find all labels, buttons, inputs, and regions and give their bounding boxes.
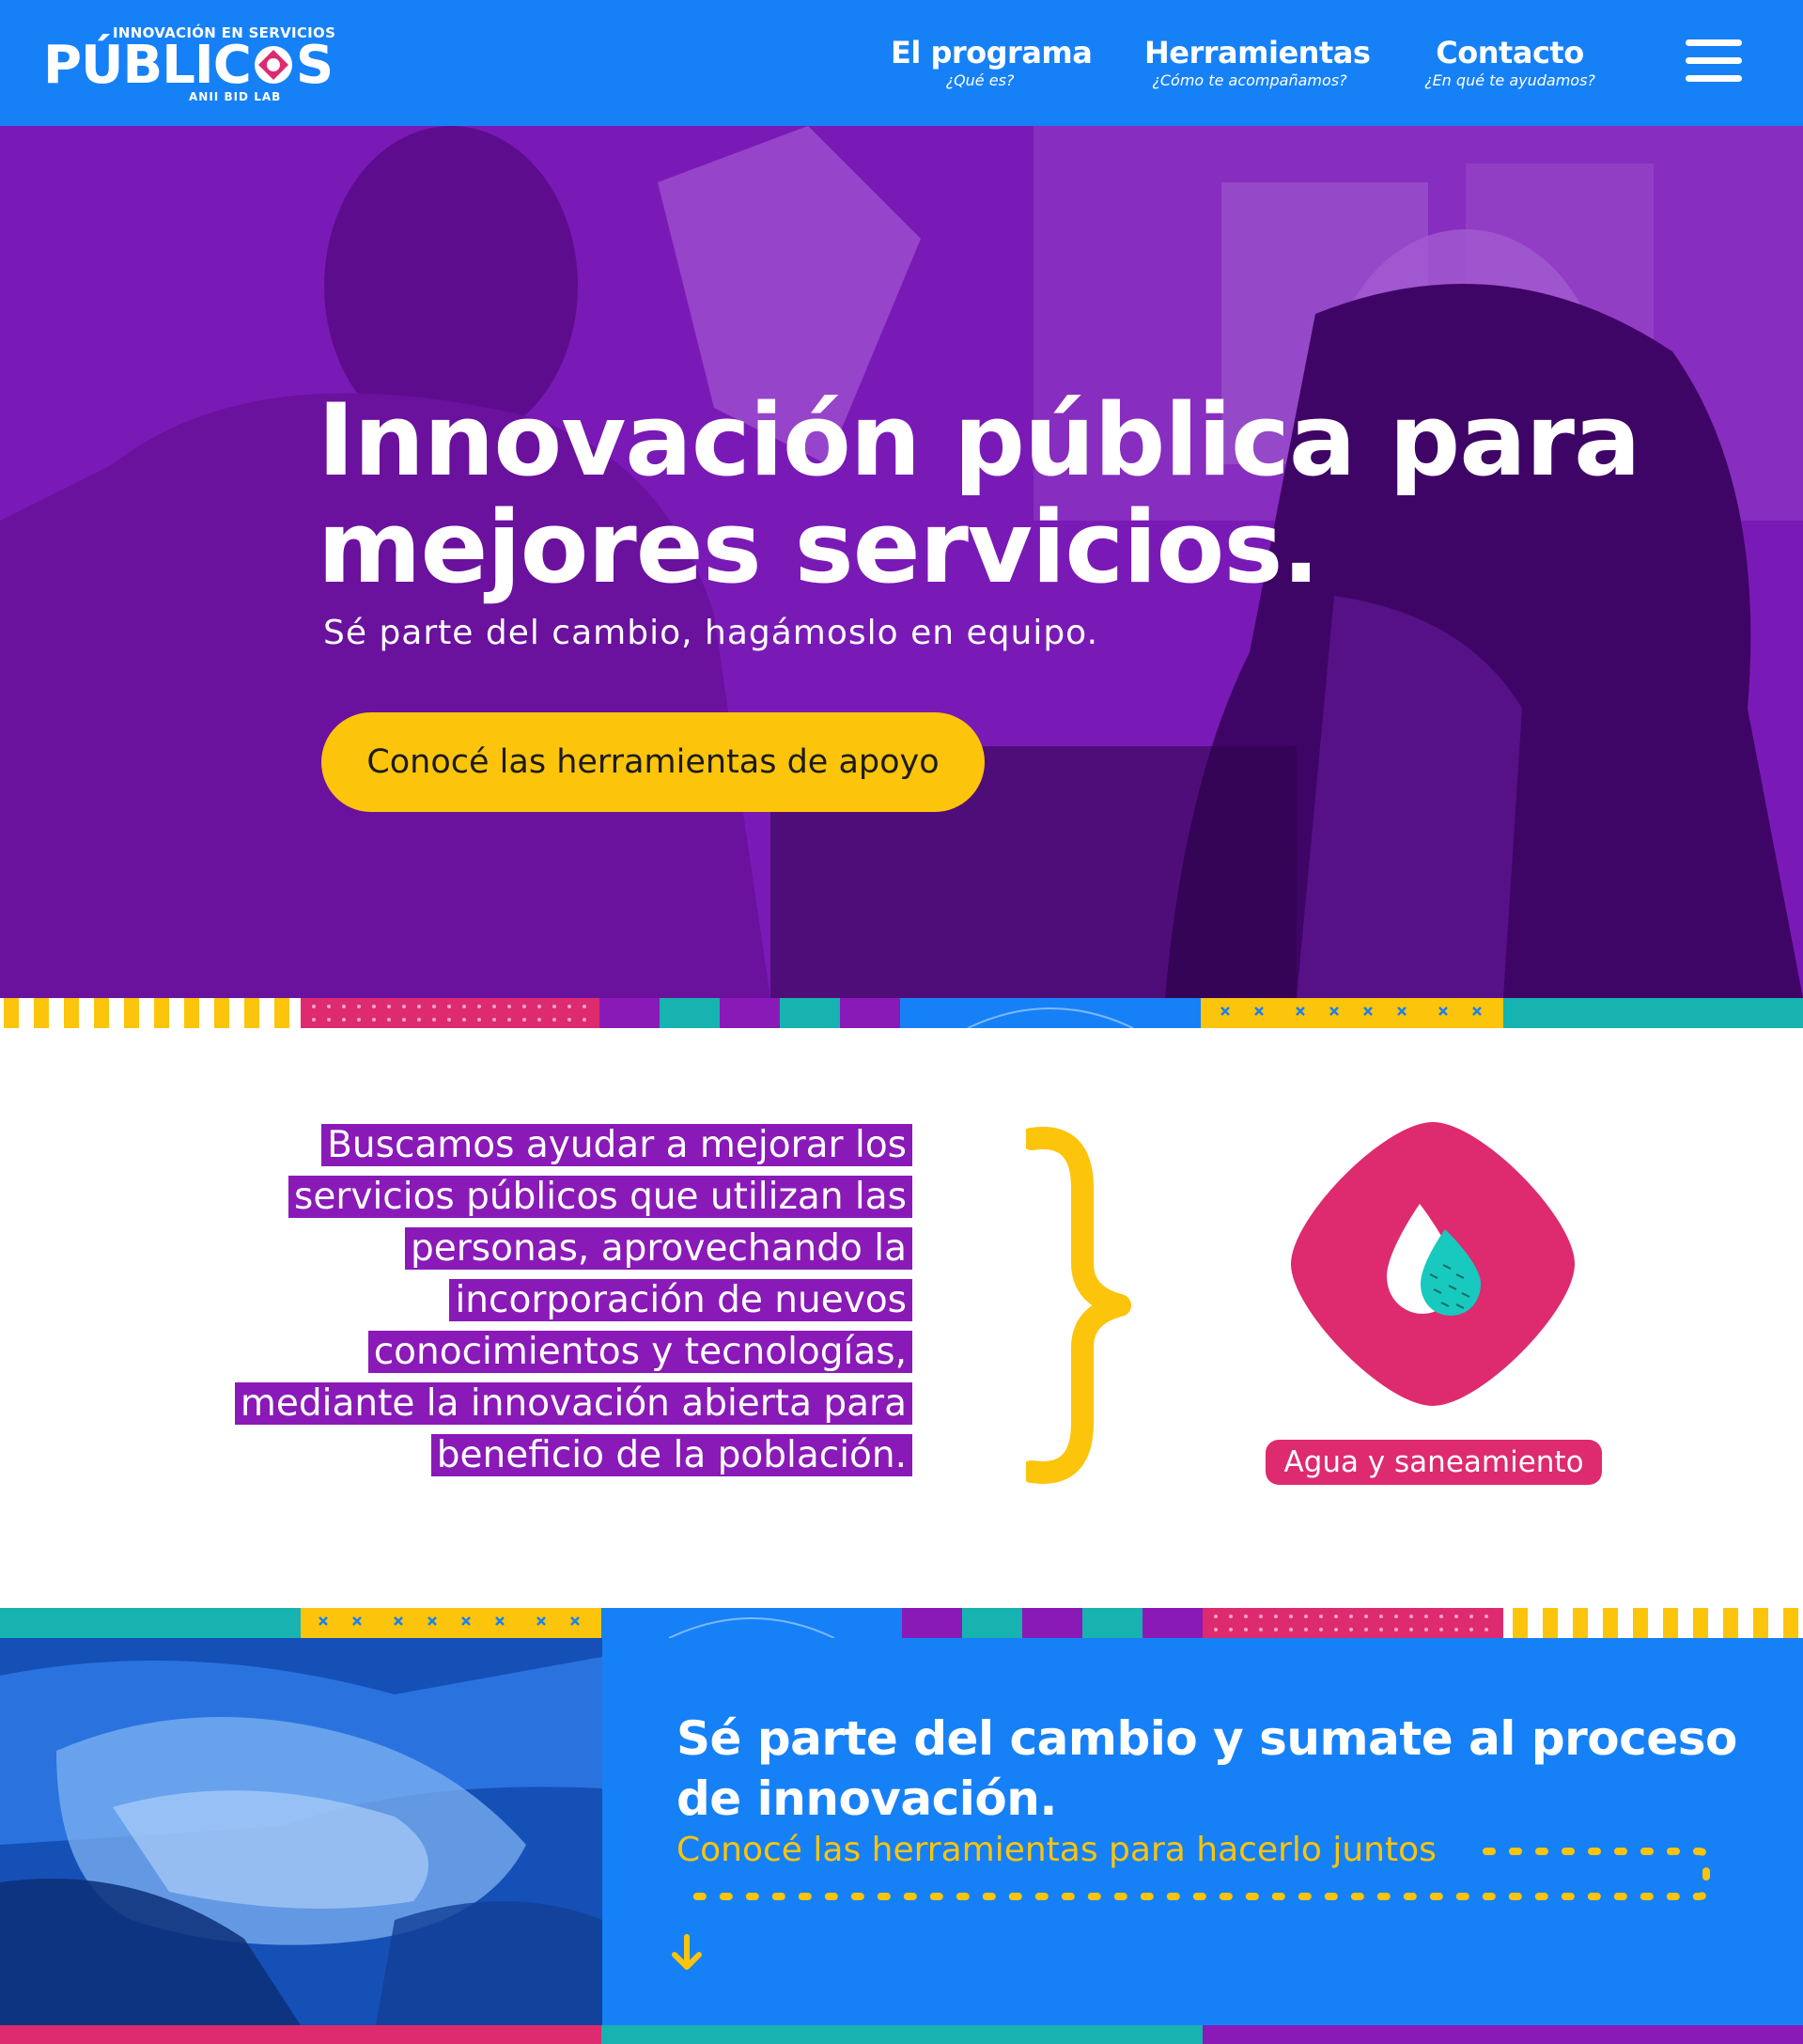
nav-item-subtitle: ¿Cómo te acompañamos?	[1152, 71, 1347, 89]
hero-section: Innovación pública para mejores servicio…	[0, 126, 1803, 998]
dotted-path-decoration	[680, 1848, 1710, 1900]
logo-wordmark-left: PÚBLIC	[43, 35, 252, 96]
nav-item-subtitle: ¿Qué es?	[945, 71, 1015, 89]
nav-item-el-programa[interactable]: El programa ¿Qué es?	[891, 34, 1093, 90]
mission-section: Buscamos ayudar a mejorar los servicios …	[0, 1028, 1803, 1608]
nav-item-contacto[interactable]: Contacto ¿En qué te ayudamos?	[1422, 34, 1597, 90]
water-drop-icon[interactable]	[1283, 1115, 1582, 1413]
mission-line: conocimientos y tecnologías,	[367, 1331, 912, 1373]
hero-subtitle: Sé parte del cambio, hagámoslo en equipo…	[323, 614, 1099, 652]
curly-brace-icon	[1026, 1127, 1131, 1484]
mission-statement: Buscamos ayudar a mejorar los servicios …	[142, 1122, 912, 1484]
logo-wordmark: PÚBLIC S	[43, 35, 334, 96]
hamburger-menu-icon[interactable]	[1686, 39, 1742, 83]
hero-title: Innovación pública para mejores servicio…	[318, 382, 1641, 605]
mission-line: incorporación de nuevos	[449, 1279, 912, 1321]
nav-item-herramientas[interactable]: Herramientas ¿Cómo te acompañamos?	[1144, 34, 1371, 90]
nav-item-subtitle: ¿En qué te ayudamos?	[1424, 71, 1595, 89]
nav-item-title: Contacto	[1436, 35, 1584, 70]
decorative-stripe	[0, 998, 1803, 1028]
mission-line: beneficio de la población.	[430, 1434, 912, 1476]
hero-cta-button[interactable]: Conocé las herramientas de apoyo	[321, 712, 985, 812]
logo-partners: ANII BID LAB	[189, 90, 282, 103]
handshake-photo	[0, 1638, 602, 2025]
logo-o-icon	[252, 39, 295, 84]
arrow-down-icon[interactable]	[665, 1931, 708, 1974]
mission-line: personas, aprovechando la	[405, 1227, 912, 1270]
nav-item-title: El programa	[891, 35, 1093, 70]
site-logo[interactable]: INNOVACIÓN EN SERVICIOS PÚBLIC S ANII BID…	[43, 24, 335, 109]
badge-label[interactable]: Agua y saneamiento	[1266, 1440, 1602, 1485]
mission-line: mediante la innovación abierta para	[234, 1382, 912, 1425]
site-header: INNOVACIÓN EN SERVICIOS PÚBLIC S ANII BID…	[0, 0, 1803, 126]
footer-stripe	[0, 2025, 1803, 2044]
mission-line: Buscamos ayudar a mejorar los	[321, 1124, 912, 1166]
mission-line: servicios públicos que utilizan las	[288, 1176, 912, 1218]
hero-title-line-1: Innovación pública para	[318, 382, 1641, 498]
decorative-stripe	[0, 1608, 1803, 1638]
join-title: Sé parte del cambio y sumate al proceso …	[676, 1711, 1737, 1826]
join-section: Sé parte del cambio y sumate al proceso …	[0, 1638, 1803, 2025]
logo-wordmark-right: S	[295, 35, 334, 96]
nav-item-title: Herramientas	[1144, 35, 1371, 70]
hero-title-line-2: mejores servicios.	[318, 490, 1320, 605]
